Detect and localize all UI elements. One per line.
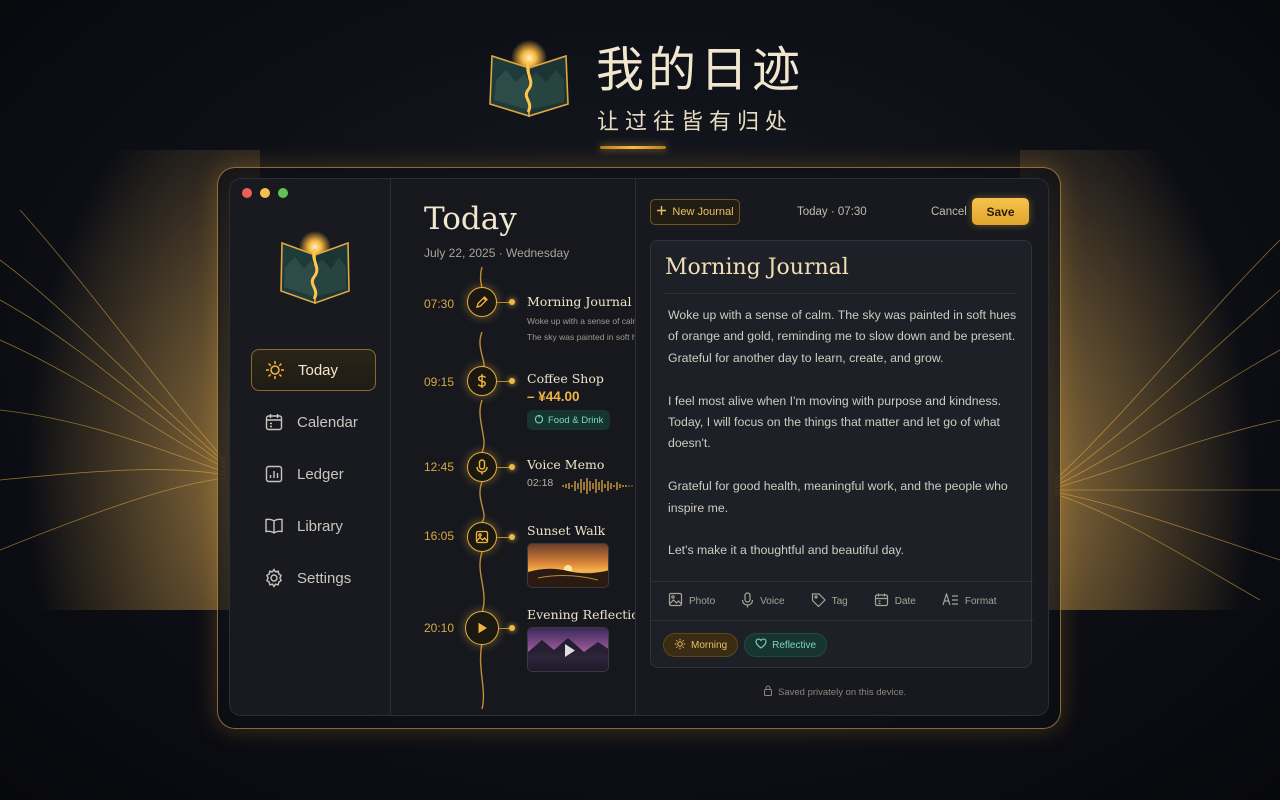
microphone-icon <box>467 452 497 482</box>
video-thumbnail[interactable] <box>527 627 609 672</box>
entry-time: 16:05 <box>424 529 455 543</box>
timeline-title: Today <box>424 201 517 237</box>
journal-paragraph: Grateful for good health, meaningful wor… <box>668 479 1008 515</box>
voice-button[interactable]: Voice <box>741 591 785 611</box>
entry-time: 12:45 <box>424 460 455 474</box>
book-icon <box>264 516 284 536</box>
sidebar-item-library[interactable]: Library <box>251 505 376 547</box>
privacy-note: Saved privately on this device. <box>763 685 906 699</box>
cancel-button[interactable]: Cancel <box>931 206 967 218</box>
entry-preview-line: Woke up with a sense of calm. <box>527 316 636 326</box>
sidebar-item-calendar[interactable]: Calendar <box>251 401 376 443</box>
sidebar-item-label: Settings <box>297 569 352 587</box>
calendar-icon <box>264 412 284 432</box>
lock-icon <box>763 685 773 699</box>
editor-toolbar: Photo Voice Tag Date Format <box>651 581 1033 621</box>
minimize-window-button[interactable] <box>260 188 270 198</box>
entry-title: Voice Memo <box>527 457 605 472</box>
plus-icon <box>656 205 667 219</box>
new-journal-button[interactable]: New Journal <box>650 199 740 225</box>
entry-time: 20:10 <box>424 621 455 635</box>
editor-pane: New Journal Today · 07:30 Cancel Save Mo… <box>636 179 1048 715</box>
entry-marker <box>509 378 515 384</box>
sidebar-item-settings[interactable]: Settings <box>251 557 376 599</box>
entry-amount: – ¥44.00 <box>527 389 580 404</box>
dollar-icon <box>467 366 497 396</box>
app-window: Today Calendar Ledger Library Settings T… <box>229 178 1049 716</box>
entry-title: Morning Journal <box>527 294 632 309</box>
sidebar-item-ledger[interactable]: Ledger <box>251 453 376 495</box>
divider <box>665 293 1015 294</box>
close-window-button[interactable] <box>242 188 252 198</box>
date-button[interactable]: Date <box>874 592 916 610</box>
tag-button[interactable]: Tag <box>811 592 848 610</box>
image-icon <box>668 592 683 610</box>
sunset-photo-thumbnail[interactable] <box>527 543 609 588</box>
hero-title: 我的日迹 <box>596 42 805 98</box>
sun-icon <box>265 360 285 380</box>
bar-chart-icon <box>264 464 284 484</box>
entry-preview-line: The sky was painted in soft hues... <box>527 332 635 342</box>
format-button[interactable]: Format <box>942 592 997 609</box>
entry-marker <box>509 299 515 305</box>
journal-paragraph: Woke up with a sense of calm. The sky wa… <box>668 308 1017 365</box>
entry-marker <box>509 464 515 470</box>
sidebar-item-label: Today <box>298 361 339 379</box>
maximize-window-button[interactable] <box>278 188 288 198</box>
tag-icon <box>811 592 826 610</box>
journal-title-field[interactable]: Morning Journal <box>665 255 849 280</box>
pencil-icon <box>467 287 497 317</box>
journal-paragraph: Let's make it a thoughtful and beautiful… <box>668 543 904 558</box>
tag-morning[interactable]: Morning <box>663 633 739 657</box>
new-journal-label: New Journal <box>672 206 734 218</box>
hero-header: 我的日迹 让过往皆有归处 <box>0 0 1280 160</box>
heart-icon <box>755 638 767 652</box>
hero-subtitle: 让过往皆有归处 <box>597 110 794 135</box>
entry-title: Coffee Shop <box>527 371 604 386</box>
sun-icon <box>674 638 686 653</box>
sidebar-item-label: Ledger <box>297 465 344 483</box>
timeline-panel: Today July 22, 2025 · Wednesday 07:30 Mo… <box>391 179 636 715</box>
hero-divider <box>600 146 666 149</box>
sidebar: Today Calendar Ledger Library Settings <box>230 179 391 715</box>
sidebar-nav: Today Calendar Ledger Library Settings <box>251 349 376 609</box>
play-icon[interactable] <box>465 611 499 645</box>
window-controls <box>242 188 288 198</box>
calendar-icon <box>874 592 889 610</box>
journal-body-textarea[interactable]: Woke up with a sense of calm. The sky wa… <box>668 305 1023 583</box>
cup-icon <box>534 414 544 427</box>
app-logo-icon <box>280 231 350 305</box>
entry-title: Evening Reflection <box>527 607 636 622</box>
sidebar-item-today[interactable]: Today <box>251 349 376 391</box>
audio-waveform[interactable] <box>561 476 636 496</box>
entry-title: Sunset Walk <box>527 523 606 538</box>
category-pill[interactable]: Food & Drink <box>527 410 611 430</box>
open-book-logo-icon <box>489 40 569 118</box>
entry-marker <box>509 534 515 540</box>
entry-time: 09:15 <box>424 375 455 389</box>
tag-reflective[interactable]: Reflective <box>744 633 828 657</box>
photo-button[interactable]: Photo <box>668 592 715 610</box>
voice-duration: 02:18 <box>527 477 554 489</box>
save-button[interactable]: Save <box>972 198 1029 225</box>
entry-datetime[interactable]: Today · 07:30 <box>797 206 867 218</box>
tag-list: Morning Reflective <box>663 633 828 657</box>
entry-time: 07:30 <box>424 297 455 311</box>
category-label: Food & Drink <box>548 414 604 426</box>
sidebar-item-label: Calendar <box>297 413 358 431</box>
gear-icon <box>264 568 284 588</box>
entry-marker <box>509 625 515 631</box>
journal-paragraph: I feel most alive when I'm moving with p… <box>668 393 1002 451</box>
microphone-icon <box>741 591 754 611</box>
timeline-date: July 22, 2025 · Wednesday <box>424 246 570 260</box>
sidebar-item-label: Library <box>297 517 343 535</box>
text-format-icon <box>942 592 959 609</box>
image-icon <box>467 522 497 552</box>
journal-editor-card: Morning Journal Woke up with a sense of … <box>650 240 1033 668</box>
